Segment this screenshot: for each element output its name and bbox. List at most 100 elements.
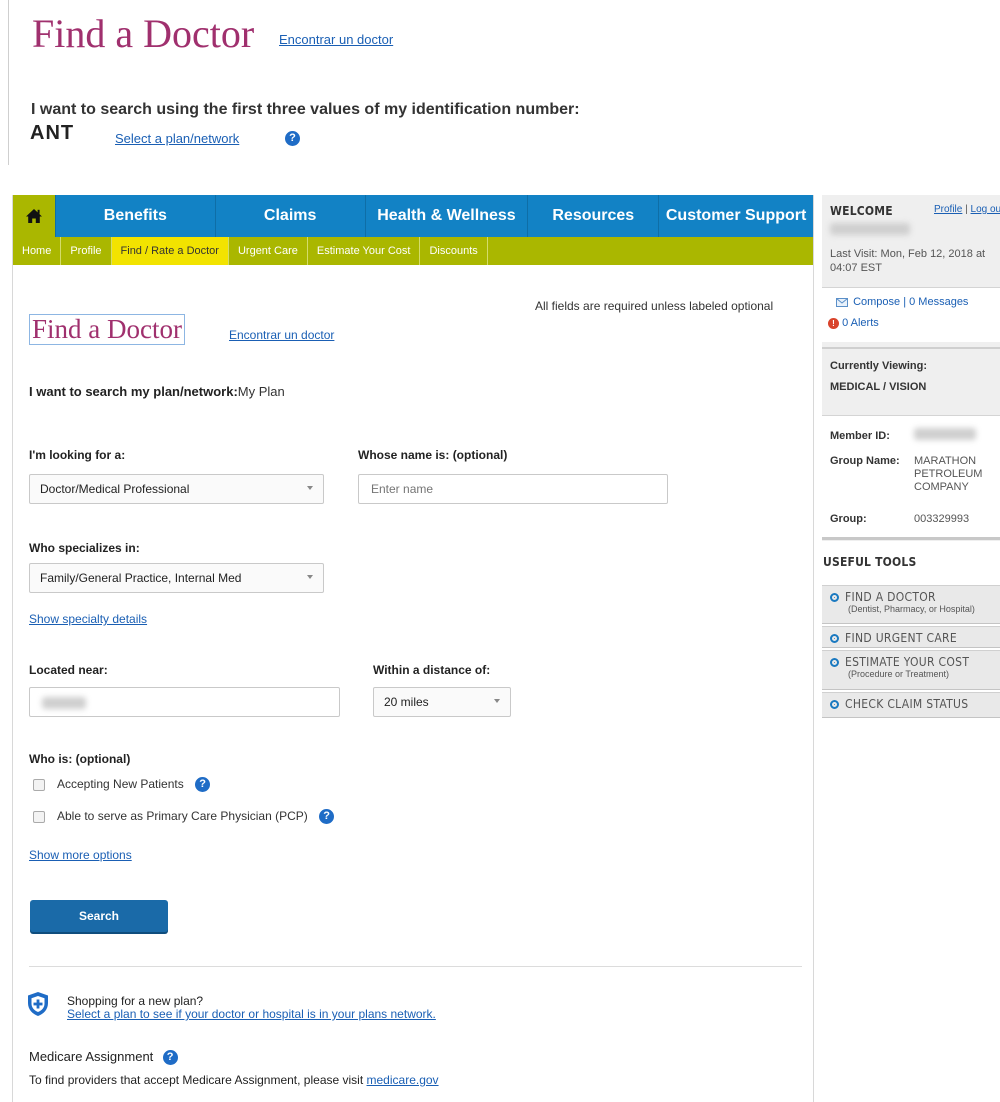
search-button[interactable]: Search bbox=[30, 900, 168, 932]
help-icon[interactable]: ? bbox=[195, 777, 211, 793]
profile-link[interactable]: Profile bbox=[934, 204, 962, 215]
messages-separator: | bbox=[903, 296, 907, 308]
pcp-row: Able to serve as Primary Care Physician … bbox=[33, 809, 335, 825]
nav-benefits[interactable]: Benefits bbox=[56, 195, 216, 237]
last-visit: Last Visit: Mon, Feb 12, 2018 at 04:07 E… bbox=[830, 248, 986, 274]
medicare-text: To find providers that accept Medicare A… bbox=[29, 1073, 364, 1087]
specialty-value: Family/General Practice, Internal Med bbox=[40, 571, 242, 585]
tool-find-doctor-sub: (Dentist, Pharmacy, or Hospital) bbox=[848, 604, 975, 614]
who-is-label: Who is: (optional) bbox=[29, 752, 131, 766]
medicare-title: Medicare Assignment bbox=[29, 1049, 154, 1064]
alerts-link[interactable]: 0 Alerts bbox=[842, 317, 879, 329]
medicare-link[interactable]: medicare.gov bbox=[367, 1073, 439, 1087]
subnav-urgent-care[interactable]: Urgent Care bbox=[229, 237, 308, 265]
tool-estimate-cost[interactable]: Estimate Your Cost (Procedure or Treatme… bbox=[822, 650, 1000, 690]
id-prefix: ANT bbox=[30, 122, 75, 144]
name-input[interactable] bbox=[358, 474, 668, 504]
search-prompt: I want to search using the first three v… bbox=[31, 101, 580, 118]
target-icon bbox=[830, 700, 839, 710]
shopping-link[interactable]: Select a plan to see if your doctor or h… bbox=[67, 1007, 436, 1021]
group-name-value: MARATHON PETROLEUM COMPANY bbox=[914, 455, 983, 493]
redacted-member-id bbox=[914, 428, 976, 440]
tool-estimate-cost-title: Estimate Your Cost bbox=[845, 655, 970, 669]
currently-viewing-label: Currently Viewing: bbox=[830, 360, 927, 372]
currently-viewing-value: MEDICAL / VISION bbox=[830, 381, 927, 393]
more-options-link[interactable]: Show more options bbox=[29, 848, 132, 862]
medicare-heading: Medicare Assignment ? bbox=[29, 1049, 178, 1066]
shopping-text: Shopping for a new plan? bbox=[67, 994, 204, 1008]
nav-customer-support[interactable]: Customer Support bbox=[659, 195, 813, 237]
logout-link[interactable]: Log out bbox=[971, 204, 1000, 215]
useful-tools-heading: USEFUL TOOLS bbox=[823, 555, 917, 569]
tool-find-urgent-care[interactable]: Find Urgent Care bbox=[822, 626, 1000, 648]
distance-select[interactable]: 20 miles bbox=[373, 687, 511, 717]
plan-network-row: I want to search my plan/network:My Plan bbox=[29, 384, 285, 399]
nav-resources[interactable]: Resources bbox=[528, 195, 660, 237]
specialty-details-link[interactable]: Show specialty details bbox=[29, 612, 147, 626]
target-icon bbox=[830, 593, 839, 603]
medicare-row: To find providers that accept Medicare A… bbox=[29, 1073, 439, 1087]
compose-link[interactable]: Compose bbox=[853, 296, 900, 308]
redacted-member-name bbox=[830, 223, 910, 235]
chevron-down-icon bbox=[307, 575, 313, 579]
form-spanish-link[interactable]: Encontrar un doctor bbox=[229, 328, 334, 342]
accepting-patients-label: Accepting New Patients bbox=[57, 777, 184, 791]
required-note: All fields are required unless labeled o… bbox=[535, 299, 774, 313]
spanish-link[interactable]: Encontrar un doctor bbox=[279, 32, 393, 47]
target-icon bbox=[830, 634, 839, 644]
welcome-block: WELCOME Profile | Log out Last Visit: Mo… bbox=[822, 195, 1000, 286]
shield-plus-icon bbox=[28, 992, 48, 1016]
messages-block: Compose | 0 Messages ! 0 Alerts bbox=[822, 287, 1000, 342]
member-details-block: Member ID: Group Name: MARATHON PETROLEU… bbox=[822, 415, 1000, 540]
tool-check-claim-title: Check Claim Status bbox=[845, 697, 969, 711]
subnav-discounts[interactable]: Discounts bbox=[420, 237, 488, 265]
redacted-location bbox=[42, 697, 86, 709]
useful-tools-block: USEFUL TOOLS Find a Doctor (Dentist, Pha… bbox=[822, 541, 1000, 725]
provider-type-select[interactable]: Doctor/Medical Professional bbox=[29, 474, 324, 504]
help-icon[interactable]: ? bbox=[285, 131, 300, 146]
distance-value: 20 miles bbox=[384, 695, 429, 709]
form-title: Find a Doctor bbox=[32, 314, 182, 344]
tool-estimate-cost-sub: (Procedure or Treatment) bbox=[848, 669, 950, 679]
nav-health-wellness[interactable]: Health & Wellness bbox=[366, 195, 529, 237]
primary-nav: Benefits Claims Health & Wellness Resour… bbox=[13, 195, 813, 237]
specialty-select[interactable]: Family/General Practice, Internal Med bbox=[29, 563, 324, 593]
alert-icon: ! bbox=[828, 317, 839, 329]
nav-home[interactable] bbox=[13, 195, 56, 237]
chevron-down-icon bbox=[307, 486, 313, 490]
chevron-down-icon bbox=[494, 699, 500, 703]
currently-viewing-block: Currently Viewing: MEDICAL / VISION bbox=[822, 347, 1000, 413]
subnav-estimate-cost[interactable]: Estimate Your Cost bbox=[308, 237, 421, 265]
subnav-home[interactable]: Home bbox=[13, 237, 62, 265]
plan-network-value: My Plan bbox=[237, 384, 285, 399]
select-plan-link[interactable]: Select a plan/network bbox=[115, 131, 239, 146]
group-name-label: Group Name: bbox=[830, 455, 900, 467]
section-divider bbox=[29, 966, 802, 967]
subnav-profile[interactable]: Profile bbox=[61, 237, 112, 265]
help-icon[interactable]: ? bbox=[162, 1050, 178, 1066]
nav-claims[interactable]: Claims bbox=[216, 195, 366, 237]
distance-label: Within a distance of: bbox=[373, 663, 491, 677]
accepting-patients-checkbox[interactable] bbox=[33, 778, 45, 791]
target-icon bbox=[830, 658, 839, 668]
sidebar: WELCOME Profile | Log out Last Visit: Mo… bbox=[822, 195, 1000, 725]
provider-type-value: Doctor/Medical Professional bbox=[40, 482, 190, 496]
top-divider bbox=[8, 0, 9, 165]
accepting-patients-row: Accepting New Patients ? bbox=[33, 777, 211, 793]
home-icon bbox=[25, 209, 42, 223]
subnav-find-doctor[interactable]: Find / Rate a Doctor bbox=[111, 237, 229, 265]
pcp-checkbox[interactable] bbox=[33, 810, 45, 823]
secondary-nav: Home Profile Find / Rate a Doctor Urgent… bbox=[13, 237, 813, 265]
tool-urgent-care-title: Find Urgent Care bbox=[845, 631, 957, 645]
tool-check-claim[interactable]: Check Claim Status bbox=[822, 692, 1000, 718]
name-label: Whose name is: (optional) bbox=[358, 448, 508, 462]
location-input[interactable] bbox=[29, 687, 340, 717]
account-links: Profile | Log out bbox=[934, 204, 1000, 215]
looking-for-label: I'm looking for a: bbox=[29, 448, 126, 462]
tool-find-doctor[interactable]: Find a Doctor (Dentist, Pharmacy, or Hos… bbox=[822, 585, 1000, 624]
help-icon[interactable]: ? bbox=[319, 809, 335, 825]
welcome-label: WELCOME bbox=[830, 204, 893, 218]
page-title: Find a Doctor bbox=[32, 11, 255, 56]
messages-link[interactable]: 0 Messages bbox=[909, 296, 968, 308]
located-near-label: Located near: bbox=[29, 663, 108, 677]
